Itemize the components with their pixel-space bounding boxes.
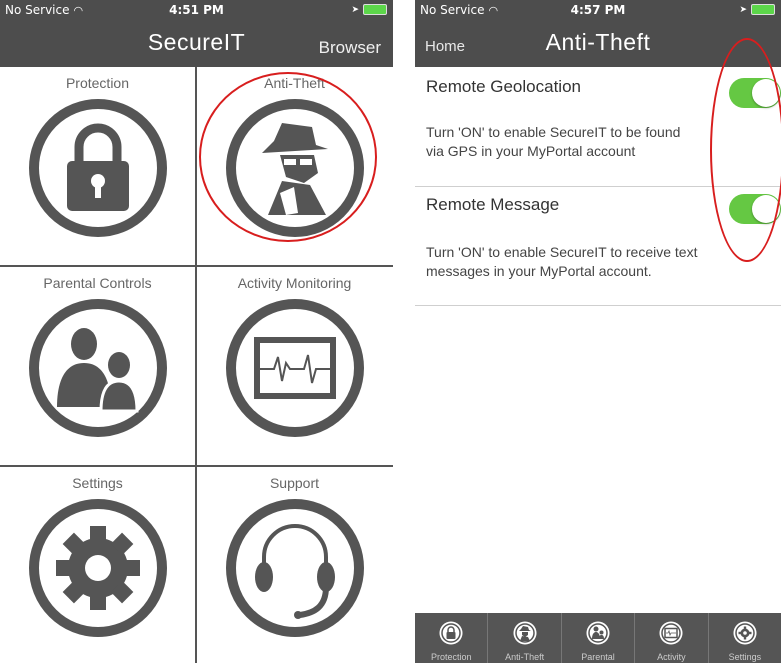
heartbeat-monitor-icon (659, 621, 683, 645)
tab-label: Parental (581, 652, 615, 662)
tab-protection[interactable]: Protection (415, 613, 489, 663)
separator (415, 305, 781, 306)
tile-activity-monitoring[interactable]: Activity Monitoring (197, 267, 392, 465)
home-screen: No Service ◠ 4:51 PM ➤ SecureIT Browser P… (0, 0, 393, 663)
screen-title: Anti-Theft (545, 29, 651, 55)
tile-label: Activity Monitoring (237, 275, 352, 291)
tile-label: Parental Controls (43, 275, 152, 291)
grid-divider (0, 465, 393, 467)
tab-activity[interactable]: Activity (635, 613, 709, 663)
tab-label: Settings (728, 652, 762, 662)
tile-protection[interactable]: Protection (0, 67, 195, 265)
tile-label: Settings (72, 475, 123, 491)
nav-bar: SecureIT Browser (0, 20, 393, 67)
location-icon: ➤ (739, 4, 747, 15)
gear-icon (733, 621, 757, 645)
tab-settings[interactable]: Settings (709, 613, 781, 663)
family-icon (29, 299, 167, 437)
tile-label: Protection (65, 75, 130, 91)
status-bar: No Service ◠ 4:51 PM ➤ (0, 0, 393, 20)
clock: 4:51 PM (169, 3, 224, 17)
highlight-circle (199, 72, 377, 242)
setting-title: Remote Message (426, 195, 560, 214)
setting-description: Turn 'ON' to enable SecureIT to receive … (426, 244, 698, 279)
grid-divider (195, 67, 197, 663)
grid-divider (0, 265, 393, 267)
heartbeat-monitor-icon (226, 299, 364, 437)
status-bar: No Service ◠ 4:57 PM ➤ (415, 0, 781, 20)
tile-settings[interactable]: Settings (0, 467, 195, 663)
lock-icon (439, 621, 463, 645)
tab-parental[interactable]: Parental (562, 613, 636, 663)
gear-icon (29, 499, 167, 637)
spy-icon (513, 621, 537, 645)
tab-label: Activity (657, 652, 686, 662)
tab-label: Protection (430, 652, 472, 662)
tab-bar: Protection Anti-Theft Parental Activity … (415, 613, 781, 663)
tile-label: Support (269, 475, 320, 491)
tile-parental-controls[interactable]: Parental Controls (0, 267, 195, 465)
browser-button[interactable]: Browser (319, 38, 381, 58)
highlight-oval (710, 38, 781, 262)
clock: 4:57 PM (570, 3, 626, 17)
location-icon: ➤ (351, 4, 359, 15)
setting-title: Remote Geolocation (426, 77, 581, 96)
setting-description: Turn 'ON' to enable SecureIT to be found… (426, 124, 681, 159)
family-icon (586, 621, 610, 645)
battery-icon (363, 4, 387, 15)
headset-icon (226, 499, 364, 637)
tile-support[interactable]: Support (197, 467, 392, 663)
lock-icon (29, 99, 167, 237)
tab-anti-theft[interactable]: Anti-Theft (488, 613, 562, 663)
battery-icon (751, 4, 775, 15)
tab-label: Anti-Theft (505, 652, 545, 662)
